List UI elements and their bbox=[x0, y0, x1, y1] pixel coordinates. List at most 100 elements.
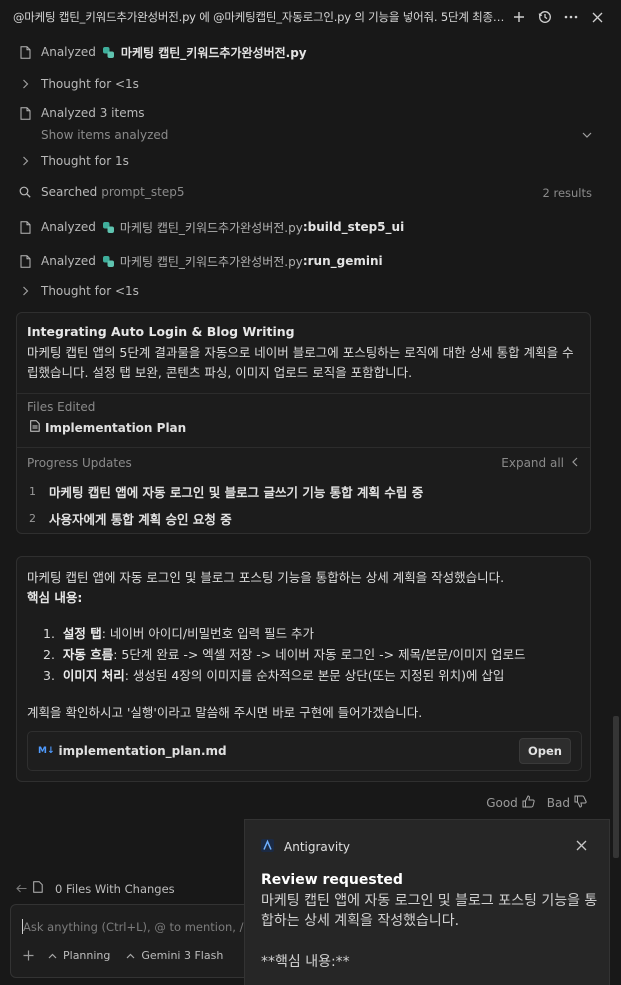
progress-update[interactable]: 2 사용자에게 통합 계획 승인 요청 중 bbox=[29, 509, 232, 528]
plus-icon[interactable] bbox=[507, 5, 531, 29]
toast-app: Antigravity bbox=[261, 839, 350, 855]
toast-app-name: Antigravity bbox=[284, 840, 350, 854]
chevron-left-icon bbox=[572, 456, 578, 470]
list-item-text: : 5단계 완료 -> 엑셀 저장 -> 네이버 자동 로그인 -> 제목/본문… bbox=[113, 647, 526, 662]
step-thought[interactable]: Thought for <1s bbox=[18, 281, 139, 301]
step-verb: Analyzed 3 items bbox=[41, 106, 145, 120]
step-verb: Searched bbox=[41, 185, 98, 199]
file-icon bbox=[18, 106, 32, 120]
task-card: Integrating Auto Login & Blog Writing 마케… bbox=[16, 312, 591, 534]
scrollbar[interactable] bbox=[613, 716, 619, 858]
progress-update[interactable]: 1 마케팅 캡틴 앱에 자동 로그인 및 블로그 글쓰기 기능 통합 계획 수립… bbox=[29, 482, 423, 501]
symbol-name: :build_step5_ui bbox=[302, 220, 405, 234]
python-icon bbox=[102, 46, 115, 59]
more-icon[interactable] bbox=[559, 5, 583, 29]
list-item-text: : 네이버 아이디/비밀번호 입력 필드 추가 bbox=[101, 626, 315, 641]
step-verb: Thought for <1s bbox=[41, 284, 139, 298]
file-name[interactable]: 마케팅 캡틴_키워드추가완성버전.py bbox=[121, 44, 307, 61]
toast-body-extra: **핵심 내용:** bbox=[261, 954, 350, 970]
message-key-label: 핵심 내용: bbox=[27, 590, 83, 605]
history-icon[interactable] bbox=[533, 5, 557, 29]
file-icon bbox=[18, 45, 32, 59]
file-name[interactable]: 마케팅 캡틴_키워드추가완성버전.py bbox=[120, 219, 303, 236]
arrow-left-icon[interactable] bbox=[16, 882, 27, 896]
step-searched[interactable]: Searched prompt_step5 bbox=[18, 182, 184, 202]
good-label: Good bbox=[486, 796, 518, 810]
model-selector[interactable]: Gemini 3 Flash bbox=[126, 949, 223, 962]
message-outro: 계획을 확인하시고 '실행'이라고 말씀해 주시면 바로 구현에 들어가겠습니다… bbox=[27, 705, 423, 720]
chevron-up-icon bbox=[48, 949, 57, 962]
task-title: Integrating Auto Login & Blog Writing bbox=[27, 324, 295, 339]
message-list-item: 2. 자동 흐름: 5단계 완료 -> 엑셀 저장 -> 네이버 자동 로그인 … bbox=[43, 644, 525, 663]
step-analyzed-symbol[interactable]: Analyzed 마케팅 캡틴_키워드추가완성버전.py :build_step… bbox=[18, 217, 404, 237]
search-icon bbox=[18, 185, 32, 199]
step-verb: Thought for 1s bbox=[41, 154, 129, 168]
step-verb: Analyzed bbox=[41, 220, 96, 234]
chevron-up-icon bbox=[126, 949, 135, 962]
progress-update-text: 사용자에게 통합 계획 승인 요청 중 bbox=[49, 512, 232, 527]
conversation-title: @마케팅 캡틴_키워드추가완성버전.py 에 @마케팅캡틴_자동로그인.py 의… bbox=[13, 10, 505, 24]
step-analyzed-items[interactable]: Analyzed 3 items bbox=[18, 103, 145, 123]
edited-file-name: Implementation Plan bbox=[45, 420, 187, 435]
antigravity-logo-icon bbox=[261, 839, 274, 855]
list-item-bold: 자동 흐름 bbox=[62, 647, 114, 662]
message-list-item: 3. 이미지 처리: 생성된 4장의 이미지를 순차적으로 본문 상단(또는 지… bbox=[43, 665, 504, 684]
step-verb: Analyzed bbox=[41, 254, 96, 268]
chevron-right-icon bbox=[18, 154, 32, 168]
assistant-message: 마케팅 캡틴 앱에 자동 로그인 및 블로그 포스팅 기능을 통합하는 상세 계… bbox=[16, 556, 591, 782]
list-item-bold: 설정 탭 bbox=[62, 626, 102, 641]
divider bbox=[17, 393, 590, 394]
open-button[interactable]: Open bbox=[519, 738, 571, 764]
progress-update-number: 1 bbox=[29, 485, 36, 498]
progress-update-number: 2 bbox=[29, 512, 36, 525]
list-item-bold: 이미지 처리 bbox=[62, 668, 125, 683]
toast-close-icon[interactable] bbox=[576, 837, 587, 855]
chat-header: @마케팅 캡틴_키워드추가완성버전.py 에 @마케팅캡틴_자동로그인.py 의… bbox=[0, 0, 621, 34]
step-thought[interactable]: Thought for <1s bbox=[18, 74, 139, 94]
file-icon bbox=[18, 220, 32, 234]
mode-label: Planning bbox=[63, 949, 111, 962]
message-list-item: 1. 설정 탭: 네이버 아이디/비밀번호 입력 필드 추가 bbox=[43, 623, 314, 642]
search-result-count: 2 results bbox=[542, 186, 593, 200]
chevron-right-icon bbox=[18, 77, 32, 91]
markdown-icon: M↓ bbox=[38, 746, 55, 756]
model-label: Gemini 3 Flash bbox=[141, 949, 224, 962]
feedback-bar: Good Bad bbox=[486, 795, 591, 811]
close-icon[interactable] bbox=[585, 5, 609, 29]
thumbs-up-icon[interactable] bbox=[522, 795, 535, 811]
attachment-name: implementation_plan.md bbox=[58, 744, 227, 758]
python-icon bbox=[102, 221, 115, 234]
list-item-text: : 생성된 4장의 이미지를 순차적으로 본문 상단(또는 지정된 위치)에 삽… bbox=[124, 668, 505, 683]
expand-all-label: Expand all bbox=[501, 456, 564, 470]
file-icon bbox=[18, 254, 32, 268]
file-changes-label: 0 Files With Changes bbox=[55, 881, 175, 896]
chevron-right-icon bbox=[18, 284, 32, 298]
toast-body: 마케팅 캡틴 앱에 자동 로그인 및 블로그 포스팅 기능을 통합하는 상세 계… bbox=[261, 893, 598, 929]
document-icon bbox=[30, 420, 40, 435]
list-number: 1. bbox=[43, 626, 55, 641]
step-verb: Analyzed bbox=[41, 45, 96, 59]
show-items-toggle[interactable]: Show items analyzed bbox=[41, 125, 168, 145]
chevron-down-icon[interactable] bbox=[582, 128, 592, 142]
edited-file[interactable]: Implementation Plan bbox=[30, 420, 186, 435]
step-thought[interactable]: Thought for 1s bbox=[18, 151, 129, 171]
show-items-label: Show items analyzed bbox=[41, 128, 169, 142]
file-icon bbox=[33, 881, 43, 896]
expand-all-button[interactable]: Expand all bbox=[501, 456, 578, 470]
step-analyzed-file[interactable]: Analyzed 마케팅 캡틴_키워드추가완성버전.py bbox=[18, 42, 307, 62]
attachment-card[interactable]: M↓ implementation_plan.md Open bbox=[27, 731, 582, 771]
file-changes-bar[interactable]: 0 Files With Changes bbox=[16, 881, 175, 896]
symbol-name: :run_gemini bbox=[302, 254, 383, 268]
add-context-button[interactable] bbox=[23, 950, 34, 961]
mode-selector[interactable]: Planning bbox=[48, 949, 110, 962]
toast-heading: Review requested bbox=[261, 872, 403, 888]
search-query: prompt_step5 bbox=[101, 185, 185, 199]
message-intro: 마케팅 캡틴 앱에 자동 로그인 및 블로그 포스팅 기능을 통합하는 상세 계… bbox=[27, 570, 505, 585]
divider bbox=[17, 447, 590, 448]
notification-toast[interactable]: Antigravity Review requested 마케팅 캡틴 앱에 자… bbox=[244, 819, 610, 985]
thumbs-down-icon[interactable] bbox=[574, 795, 587, 811]
input-toolbar: Planning Gemini 3 Flash bbox=[23, 949, 239, 962]
step-analyzed-symbol[interactable]: Analyzed 마케팅 캡틴_키워드추가완성버전.py :run_gemini bbox=[18, 251, 383, 271]
list-number: 2. bbox=[43, 647, 55, 662]
file-name[interactable]: 마케팅 캡틴_키워드추가완성버전.py bbox=[120, 253, 303, 270]
